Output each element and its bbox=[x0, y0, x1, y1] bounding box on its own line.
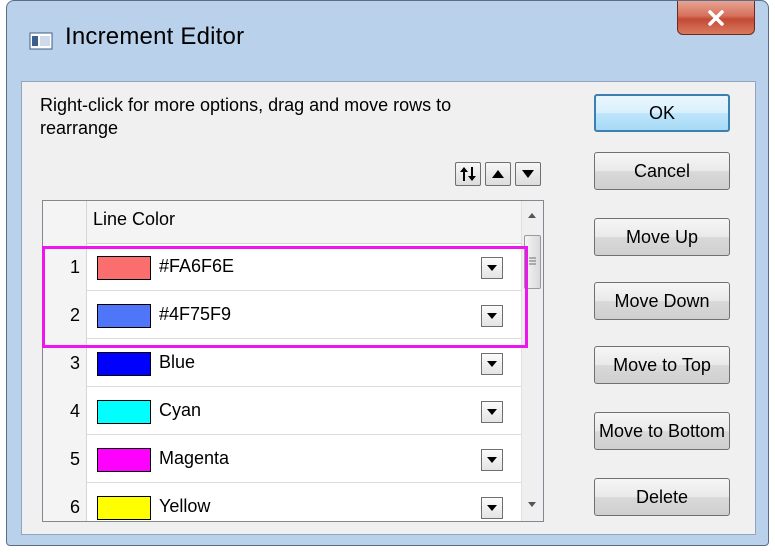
grid-header: Line Color bbox=[43, 201, 521, 244]
chevron-down-icon bbox=[487, 409, 497, 415]
color-dropdown-button[interactable] bbox=[481, 353, 503, 375]
table-row[interactable]: 4 Cyan bbox=[43, 387, 521, 435]
color-swatch[interactable] bbox=[97, 496, 151, 520]
row-number[interactable]: 1 bbox=[43, 243, 87, 291]
move-to-top-button[interactable]: Move to Top bbox=[594, 346, 730, 384]
chevron-down-icon bbox=[487, 361, 497, 367]
increment-editor-window: Increment Editor Right-click for more op… bbox=[6, 0, 769, 546]
title-bar[interactable]: Increment Editor bbox=[7, 1, 768, 81]
color-swatch[interactable] bbox=[97, 448, 151, 472]
move-to-bottom-button[interactable]: Move to Bottom bbox=[594, 412, 730, 450]
column-header-line-color[interactable]: Line Color bbox=[93, 209, 175, 230]
row-number[interactable]: 3 bbox=[43, 339, 87, 387]
table-row[interactable]: 3 Blue bbox=[43, 339, 521, 387]
color-dropdown-button[interactable] bbox=[481, 401, 503, 423]
chevron-down-icon bbox=[487, 313, 497, 319]
color-dropdown-button[interactable] bbox=[481, 305, 503, 327]
close-button[interactable] bbox=[677, 1, 755, 35]
color-name: Cyan bbox=[159, 400, 202, 420]
color-name: #FA6F6E bbox=[159, 256, 235, 276]
arrow-up-icon bbox=[492, 170, 504, 178]
chevron-down-icon bbox=[487, 505, 497, 511]
table-row[interactable]: 6 Yellow bbox=[43, 483, 521, 521]
ok-button[interactable]: OK bbox=[594, 94, 730, 132]
window-title: Increment Editor bbox=[65, 23, 245, 50]
sort-toggle-button[interactable] bbox=[455, 162, 481, 186]
row-up-button[interactable] bbox=[485, 162, 511, 186]
color-dropdown-button[interactable] bbox=[481, 497, 503, 519]
window-icon bbox=[29, 32, 53, 50]
sort-updown-icon bbox=[460, 167, 476, 181]
table-row[interactable]: 1 #FA6F6E bbox=[43, 243, 521, 291]
table-row[interactable]: 2 #4F75F9 bbox=[43, 291, 521, 339]
row-number[interactable]: 4 bbox=[43, 387, 87, 435]
move-up-button[interactable]: Move Up bbox=[594, 218, 730, 256]
delete-button[interactable]: Delete bbox=[594, 478, 730, 516]
chevron-down-icon bbox=[487, 457, 497, 463]
close-icon bbox=[708, 9, 724, 26]
color-swatch[interactable] bbox=[97, 256, 151, 280]
row-number[interactable]: 5 bbox=[43, 435, 87, 483]
color-name: Magenta bbox=[159, 448, 230, 468]
row-down-button[interactable] bbox=[515, 162, 541, 186]
scrollbar-thumb[interactable] bbox=[524, 235, 541, 289]
grip-icon bbox=[529, 257, 536, 265]
color-swatch[interactable] bbox=[97, 352, 151, 376]
color-swatch[interactable] bbox=[97, 304, 151, 328]
line-color-grid[interactable]: Line Color 1 #FA6F6E 2 #4F75F9 3 Blue 4 … bbox=[42, 200, 544, 522]
instructions-text: Right-click for more options, drag and m… bbox=[40, 95, 452, 138]
scroll-up-icon[interactable] bbox=[527, 211, 537, 221]
color-name: #4F75F9 bbox=[159, 304, 232, 324]
table-row[interactable]: 5 Magenta bbox=[43, 435, 521, 483]
arrow-down-icon bbox=[522, 170, 534, 178]
color-dropdown-button[interactable] bbox=[481, 449, 503, 471]
row-number[interactable]: 2 bbox=[43, 291, 87, 339]
order-toolbar bbox=[455, 162, 541, 188]
color-name: Yellow bbox=[159, 496, 211, 516]
cancel-button[interactable]: Cancel bbox=[594, 152, 730, 190]
chevron-down-icon bbox=[487, 265, 497, 271]
color-dropdown-button[interactable] bbox=[481, 257, 503, 279]
grid-corner bbox=[43, 201, 87, 243]
row-number[interactable]: 6 bbox=[43, 483, 87, 521]
vertical-scrollbar[interactable] bbox=[521, 201, 543, 521]
color-name: Blue bbox=[159, 352, 196, 372]
dialog-client-area: Right-click for more options, drag and m… bbox=[21, 81, 756, 535]
move-down-button[interactable]: Move Down bbox=[594, 282, 730, 320]
color-swatch[interactable] bbox=[97, 400, 151, 424]
scroll-down-icon[interactable] bbox=[527, 499, 537, 509]
